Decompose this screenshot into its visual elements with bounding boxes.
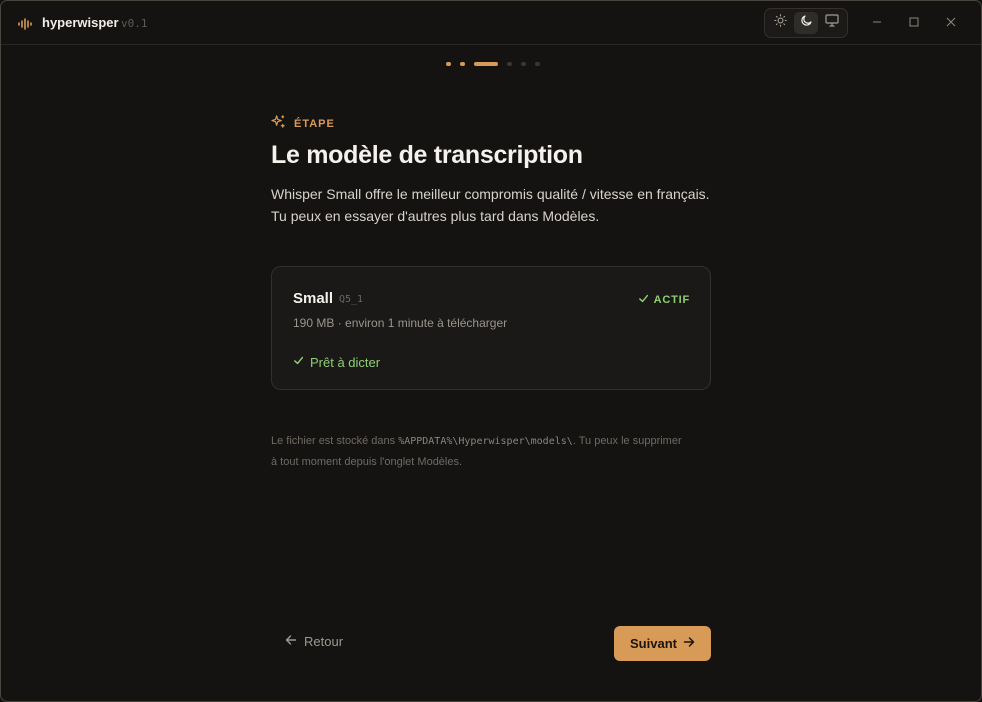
status-badge-label: ACTIF bbox=[653, 294, 690, 306]
moon-icon bbox=[800, 14, 813, 32]
storage-note-line-2: à tout moment depuis l'onglet Modèles. bbox=[271, 456, 463, 468]
status-badge: ACTIF bbox=[638, 291, 690, 309]
theme-dark-button[interactable] bbox=[794, 12, 818, 34]
description-line-2: Tu peux en essayer d'autres plus tard da… bbox=[271, 208, 600, 224]
close-icon bbox=[946, 14, 956, 32]
monitor-icon bbox=[825, 14, 839, 32]
check-icon bbox=[638, 291, 649, 309]
ready-status: Prêt à dicter bbox=[293, 353, 380, 371]
waveform-logo-icon bbox=[18, 17, 34, 35]
sun-icon bbox=[773, 14, 787, 32]
sparkles-icon bbox=[271, 114, 286, 134]
check-icon bbox=[293, 353, 304, 371]
minimize-icon bbox=[872, 14, 882, 32]
arrow-right-icon bbox=[683, 636, 695, 651]
theme-light-button[interactable] bbox=[768, 12, 792, 34]
next-button[interactable]: Suivant bbox=[614, 626, 711, 661]
storage-note-suffix: . Tu peux le supprimer bbox=[572, 435, 682, 447]
page-description: Whisper Small offre le meilleur compromi… bbox=[271, 183, 731, 227]
description-line-1: Whisper Small offre le meilleur compromi… bbox=[271, 186, 710, 202]
ready-status-label: Prêt à dicter bbox=[310, 354, 381, 370]
maximize-button[interactable] bbox=[904, 13, 924, 33]
app-name: hyperwisper bbox=[42, 15, 119, 30]
model-quantization: Q5_1 bbox=[339, 294, 364, 305]
close-button[interactable] bbox=[941, 13, 961, 33]
progress-dot-upcoming bbox=[507, 62, 512, 66]
progress-dot-upcoming bbox=[535, 62, 540, 66]
back-button[interactable]: Retour bbox=[285, 634, 343, 649]
theme-switcher bbox=[764, 8, 848, 38]
next-button-label: Suivant bbox=[630, 636, 677, 651]
app-version: v0.1 bbox=[121, 17, 148, 30]
maximize-icon bbox=[909, 14, 919, 32]
title-bar: hyperwisper v0.1 bbox=[1, 1, 981, 45]
step-eyebrow: ÉTAPE bbox=[271, 114, 335, 134]
storage-path: %APPDATA%\Hyperwisper\models\ bbox=[398, 436, 573, 447]
progress-dot-done bbox=[446, 62, 451, 66]
app-window: hyperwisper v0.1 ÉTAPE Le modèle de tran… bbox=[0, 0, 982, 702]
progress-dot-done bbox=[460, 62, 465, 66]
storage-note-line-1: Le fichier est stocké dans %APPDATA%\Hyp… bbox=[271, 431, 721, 452]
arrow-left-icon bbox=[285, 634, 297, 649]
page-title: Le modèle de transcription bbox=[271, 141, 583, 169]
back-button-label: Retour bbox=[304, 634, 344, 649]
model-name: Small bbox=[293, 290, 334, 307]
model-info: 190 MB · environ 1 minute à télécharger bbox=[293, 316, 508, 330]
step-progress-indicator bbox=[1, 61, 981, 67]
storage-note: Le fichier est stocké dans %APPDATA%\Hyp… bbox=[271, 431, 721, 472]
step-label: ÉTAPE bbox=[294, 118, 335, 130]
theme-system-button[interactable] bbox=[820, 12, 844, 34]
progress-dot-current bbox=[474, 62, 498, 66]
minimize-button[interactable] bbox=[867, 13, 887, 33]
model-card: Small Q5_1 ACTIF 190 MB · environ 1 minu… bbox=[271, 266, 711, 390]
progress-dot-upcoming bbox=[521, 62, 526, 66]
storage-note-prefix: Le fichier est stocké dans bbox=[271, 435, 399, 447]
